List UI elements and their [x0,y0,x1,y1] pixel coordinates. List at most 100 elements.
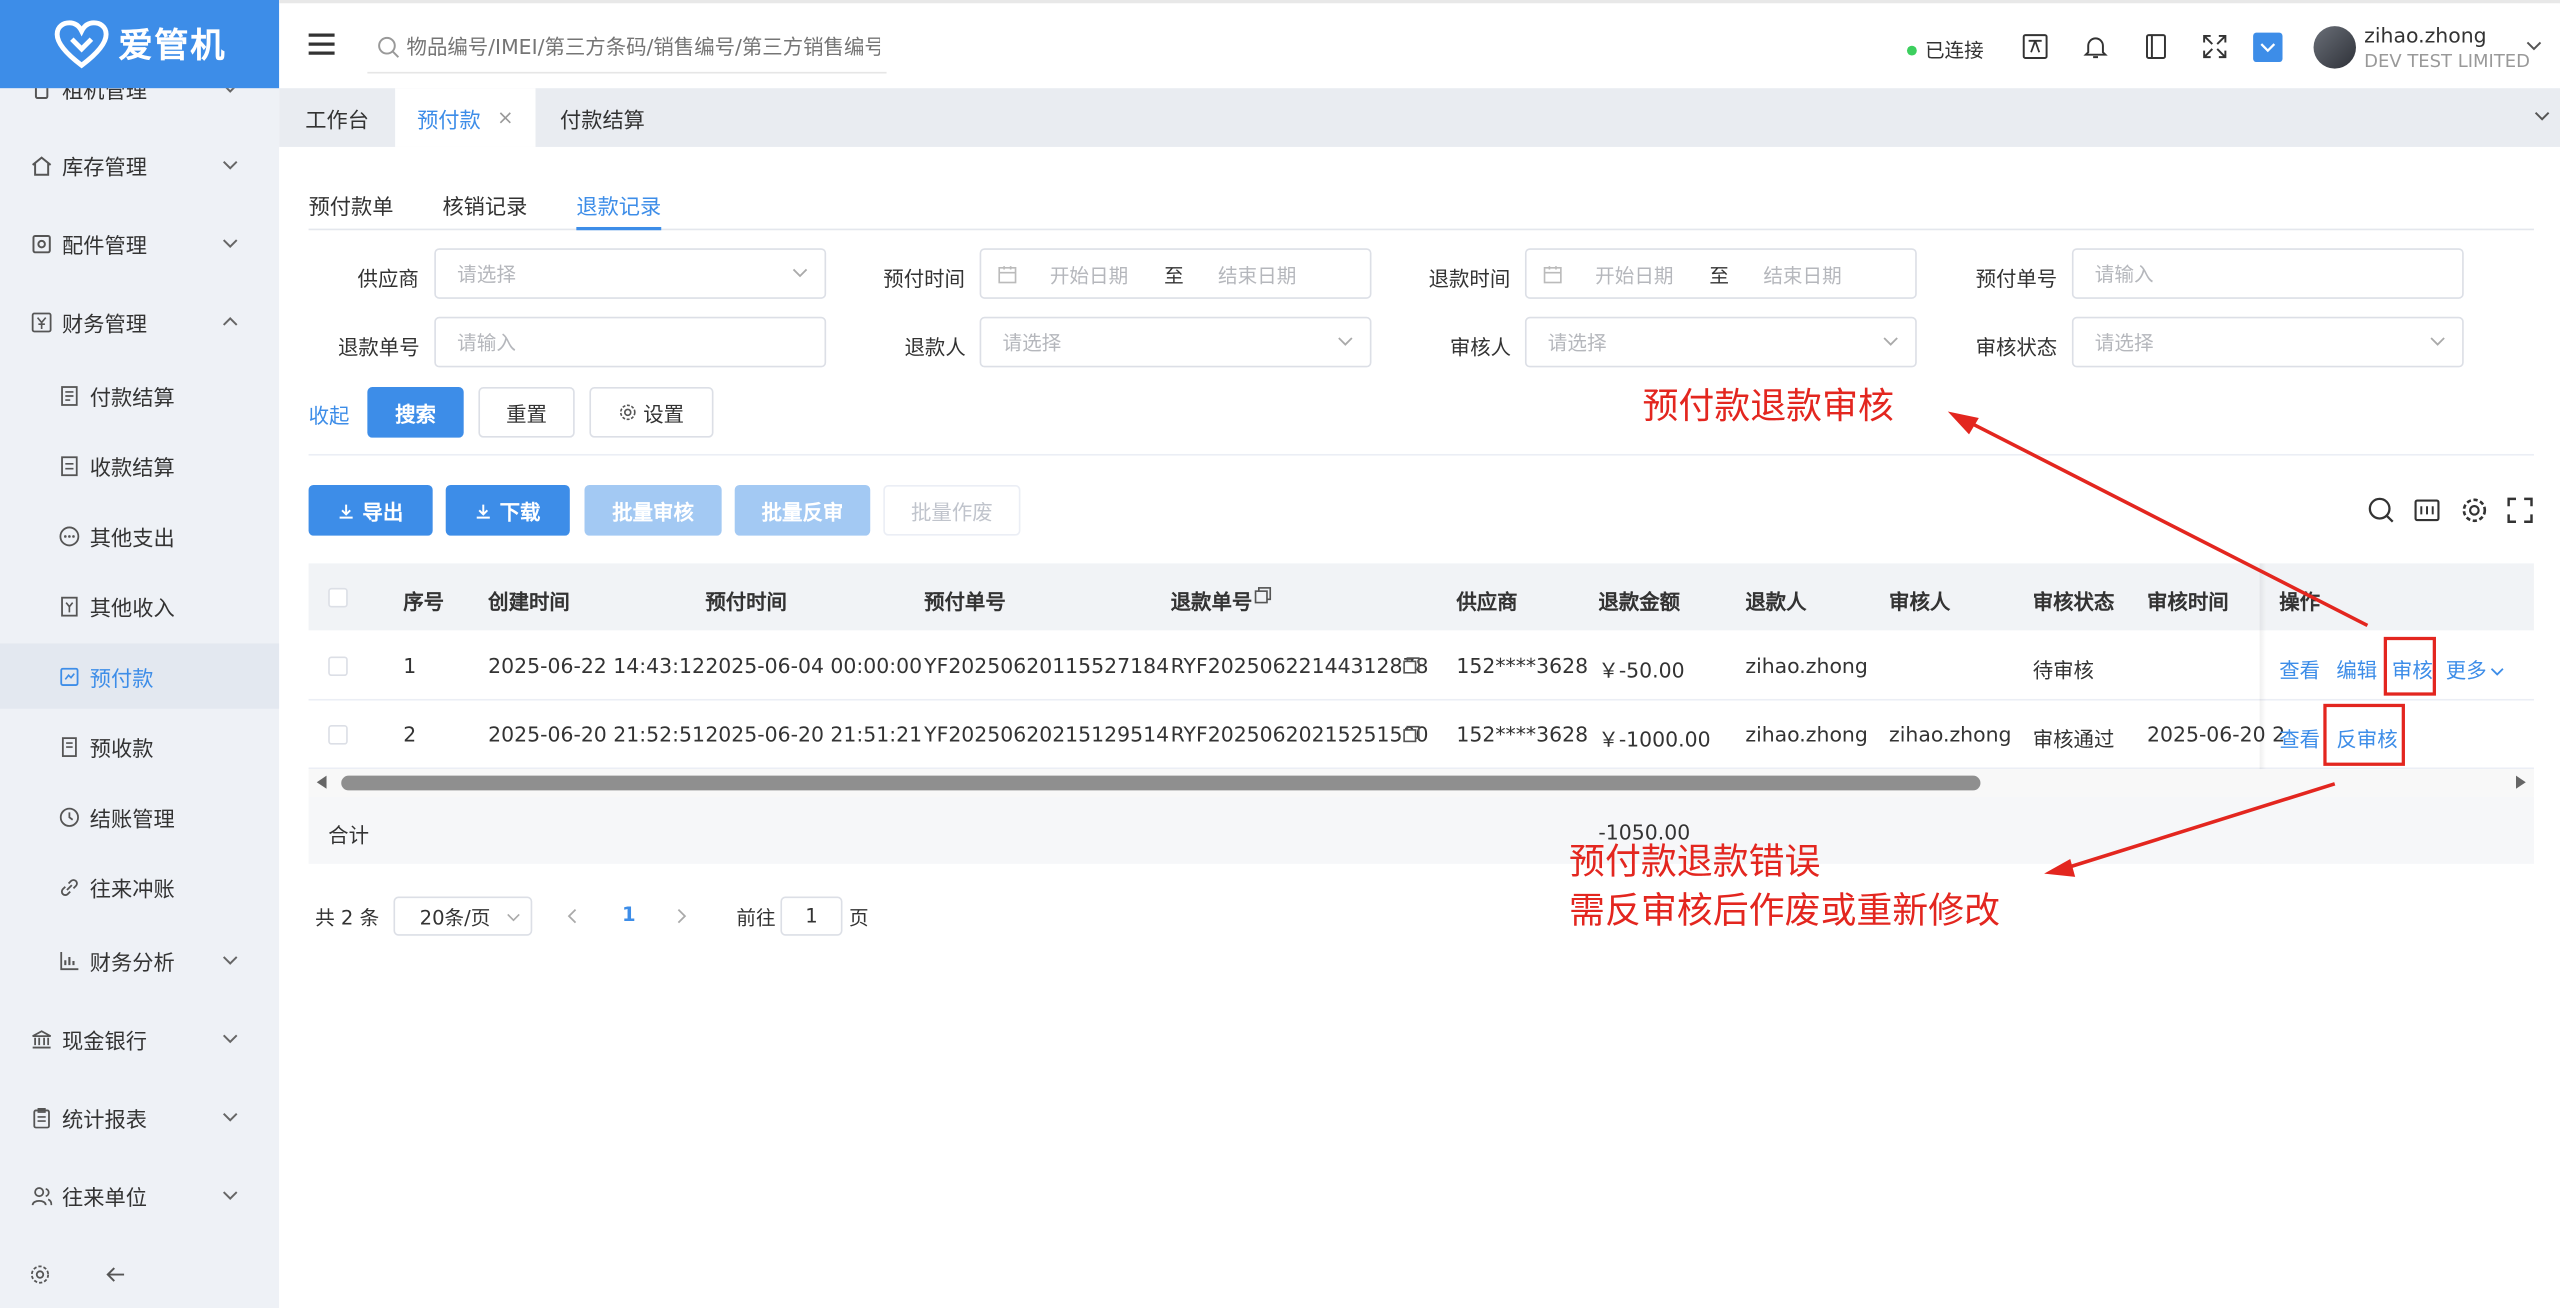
tab-prepayment[interactable]: 预付款 × [395,88,536,147]
copy-icon[interactable] [1402,656,1420,674]
copy-icon[interactable] [1402,725,1420,743]
search-input[interactable] [406,34,881,59]
current-page[interactable]: 1 [622,903,636,926]
sidebar-item-offset[interactable]: 往来冲账 [0,854,279,919]
app-logo[interactable]: 爱管机 [0,0,280,89]
cell-refund-no: RYF20250620215251500 [1170,721,1429,747]
sidebar-item-collection-settlement[interactable]: 收款结算 [0,433,279,498]
edit-link[interactable]: 编辑 [2336,653,2377,684]
chevron-down-icon[interactable] [2526,39,2542,52]
collapse-arrow-icon[interactable] [106,1266,126,1284]
sidebar-item-inventory[interactable]: 库存管理 [0,132,279,197]
collapse-link[interactable]: 收起 [309,398,350,429]
column-density-icon[interactable] [2413,496,2441,524]
scroll-left-arrow[interactable] [316,775,327,789]
batch-review-button[interactable]: 批量审核 [584,485,722,536]
settings-button[interactable]: 设置 [589,387,714,438]
input-placeholder: 请输入 [457,331,516,355]
sidebar-item-other-income[interactable]: 其他收入 [0,573,279,638]
export-button[interactable]: 导出 [308,485,433,536]
view-link[interactable]: 查看 [2279,722,2320,753]
subtab-writeoff-records[interactable]: 核销记录 [442,189,527,230]
search-button[interactable]: 搜索 [367,387,464,438]
sidebar-item-label: 预付款 [89,667,154,692]
end-date-input[interactable]: 结束日期 [1218,261,1296,289]
reset-button[interactable]: 重置 [478,387,575,438]
fullscreen-icon[interactable] [2201,33,2229,61]
sidebar-item-partners[interactable]: 往来单位 [0,1163,279,1228]
translate-icon[interactable] [2021,33,2049,61]
annotation-error-note: 预付款退款错误 [1569,842,1821,884]
gear-icon[interactable] [2460,496,2488,524]
sidebar-item-label: 其他支出 [89,526,175,552]
cell-supplier: 152****3628 [1456,653,1589,678]
supplier-select[interactable]: 请选择 [434,248,827,299]
prepay-time-range[interactable]: 开始日期 至 结束日期 [979,248,1372,299]
copy-icon[interactable] [1254,586,1272,604]
fullscreen-icon[interactable] [2506,496,2534,524]
end-date-input[interactable]: 结束日期 [1763,261,1841,289]
settings-icon[interactable] [29,1264,50,1285]
avatar[interactable] [2313,26,2356,69]
sidebar-item-advance-receipt[interactable]: 预收款 [0,714,279,779]
close-icon[interactable]: × [497,106,513,129]
start-date-input[interactable]: 开始日期 [1595,261,1673,289]
row-checkbox[interactable] [328,725,348,745]
subtab-prepay-orders[interactable]: 预付款单 [309,189,394,230]
user-name[interactable]: zihao.zhong [2364,23,2486,47]
yen-document-icon [59,595,80,616]
sidebar-item-payment-settlement[interactable]: 付款结算 [0,363,279,428]
global-search[interactable] [367,21,887,74]
reviewer-select[interactable]: 请选择 [1524,316,1917,368]
horizontal-scrollbar[interactable] [308,769,2534,797]
page-size-select[interactable]: 20条/页 [393,896,533,936]
chevron-down-icon [222,1191,238,1201]
prepay-no-input[interactable]: 请输入 [2071,248,2464,299]
scroll-right-arrow[interactable] [2515,775,2526,789]
sidebar-item-label: 往来单位 [62,1186,147,1211]
sidebar-item-cash-bank[interactable]: 现金银行 [0,1006,279,1071]
column-header: 序号 [403,589,445,615]
sidebar-item-closing[interactable]: 结账管理 [0,784,279,849]
button-label: 重置 [506,401,547,427]
sidebar-item-finance[interactable]: 财务管理 [0,289,279,354]
theme-dropdown-button[interactable] [2253,32,2283,63]
chevron-down-icon[interactable] [2534,109,2550,122]
refund-no-input[interactable]: 请输入 [434,316,827,368]
review-status-select[interactable]: 请选择 [2071,316,2464,368]
tab-payment-settlement[interactable]: 付款结算 [536,88,670,147]
column-header: 创建时间 [488,589,570,615]
batch-unreview-button[interactable]: 批量反审 [734,485,871,536]
sidebar-footer [0,1244,279,1306]
sidebar-item-parts[interactable]: 配件管理 [0,211,279,276]
range-separator: 至 [1709,264,1730,288]
sidebar-item-prepayment[interactable]: 预付款 [0,643,280,709]
receipt-icon [59,385,80,406]
search-icon[interactable] [2367,496,2395,524]
row-checkbox[interactable] [328,656,348,677]
sidebar-item-other-expense[interactable]: 其他支出 [0,503,279,568]
download-button[interactable]: 下载 [445,485,570,536]
menu-toggle-icon[interactable] [308,33,335,56]
batch-void-button[interactable]: 批量作废 [883,485,1021,536]
view-link[interactable]: 查看 [2279,653,2320,684]
more-dropdown[interactable]: 更多 [2446,653,2505,684]
refunder-select[interactable]: 请选择 [979,316,1372,368]
sidebar-item-finance-analysis[interactable]: 财务分析 [0,928,279,993]
subtab-refund-records[interactable]: 退款记录 [576,189,662,231]
sidebar-item-reports[interactable]: 统计报表 [0,1084,279,1149]
start-date-input[interactable]: 开始日期 [1050,261,1128,289]
next-page-icon[interactable] [676,908,687,924]
refund-time-range[interactable]: 开始日期 至 结束日期 [1524,248,1917,299]
cell-prepay-no: YF20250620215129514 [924,721,1170,747]
prev-page-icon[interactable] [567,908,578,924]
history-icon [59,806,80,827]
range-separator: 至 [1164,264,1184,288]
goto-page-input[interactable]: 1 [780,896,843,936]
tab-workbench[interactable]: 工作台 [279,88,395,147]
bell-icon[interactable] [2082,33,2110,61]
scrollbar-thumb[interactable] [341,775,1981,791]
chevron-up-icon [222,317,238,326]
select-all-checkbox[interactable] [328,587,348,608]
book-icon[interactable] [2142,33,2170,61]
